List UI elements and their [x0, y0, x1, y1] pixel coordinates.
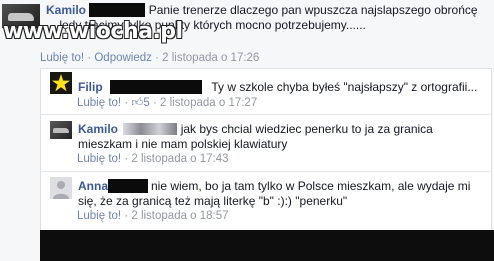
- reply-author[interactable]: Kamilo: [78, 122, 118, 136]
- reply-meta: Lubię to! · 👍︎5 · 2 listopada o 17:27: [77, 97, 258, 109]
- reply-meta: Lubię to! · 2 listopada o 17:43: [77, 153, 229, 165]
- like-link[interactable]: Lubię to!: [77, 97, 121, 109]
- reply: Anna nie wiem, bo ja tam tylko w Polsce m…: [78, 179, 483, 209]
- timestamp[interactable]: 2 listopada o 17:27: [160, 97, 257, 109]
- reply: Filip Ty w szkole chyba byłeś "najsłapsz…: [78, 80, 483, 95]
- like-link[interactable]: Lubię to!: [77, 153, 121, 165]
- divider: [40, 171, 490, 172]
- like-link[interactable]: Lubię to!: [40, 52, 84, 64]
- timestamp[interactable]: 2 listopada o 17:43: [131, 153, 228, 165]
- comment-author[interactable]: Kamilo: [46, 3, 86, 17]
- default-profile-icon: [53, 181, 69, 199]
- redacted-name: [108, 179, 148, 193]
- divider: [40, 114, 490, 115]
- avatar[interactable]: [50, 177, 72, 199]
- reply-text: Ty w szkole chyba byłeś "najsłapszy" z o…: [211, 80, 478, 94]
- star-icon: [52, 74, 70, 92]
- avatar[interactable]: [50, 121, 72, 139]
- car-image: [53, 128, 69, 133]
- avatar[interactable]: [50, 72, 72, 94]
- blurred-name: [123, 123, 178, 135]
- timestamp[interactable]: 2 listopada o 18:57: [131, 210, 228, 222]
- redacted-name: [89, 3, 146, 17]
- reply: Kamilo jak bys chcial wiedziec penerku t…: [78, 122, 478, 152]
- likes-count[interactable]: 👍︎5: [131, 97, 153, 109]
- like-link[interactable]: Lubię to!: [77, 210, 121, 222]
- redacted-name: [110, 80, 203, 94]
- timestamp[interactable]: 2 listopada o 17:26: [162, 52, 259, 64]
- watermark: www.wiocha.pl: [3, 19, 183, 44]
- reply-author[interactable]: Anna: [78, 179, 108, 193]
- cropped-bar: [40, 230, 494, 261]
- reply-author[interactable]: Filip: [78, 80, 103, 94]
- thumbs-up-icon: 👍︎: [131, 97, 144, 109]
- reply-link[interactable]: Odpowiedz: [94, 52, 152, 64]
- reply-meta: Lubię to! · 2 listopada o 18:57: [77, 210, 229, 222]
- comment-meta: Lubię to! · Odpowiedz · 2 listopada o 17…: [40, 52, 260, 64]
